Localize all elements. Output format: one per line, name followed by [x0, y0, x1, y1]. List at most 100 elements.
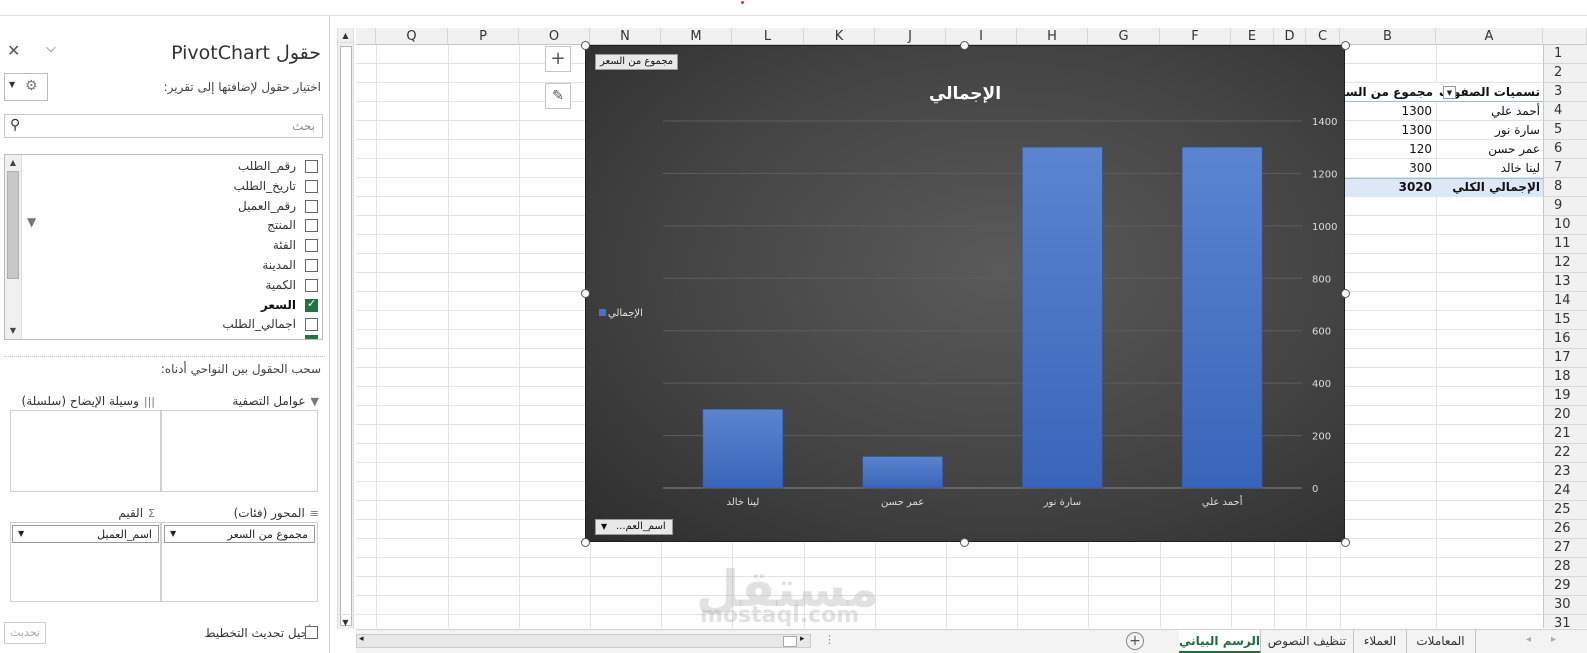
field-list-scrollbar[interactable]: ▲ ▼ — [5, 155, 22, 339]
row-header[interactable]: 22 — [1543, 444, 1587, 463]
scroll-thumb[interactable] — [783, 636, 797, 647]
field-item[interactable]: المنتج — [78, 216, 318, 236]
row-header[interactable]: 27 — [1543, 539, 1587, 558]
row-header[interactable]: 17 — [1543, 349, 1587, 368]
field-item[interactable]: الكمية — [78, 276, 318, 296]
column-header[interactable]: N — [590, 28, 661, 45]
filters-drop-area[interactable] — [161, 410, 318, 492]
row-header[interactable]: 16 — [1543, 330, 1587, 349]
column-header[interactable]: F — [1160, 28, 1231, 45]
resize-handle[interactable] — [581, 289, 590, 298]
field-item[interactable]: الفئة — [78, 236, 318, 256]
column-header[interactable]: A — [1436, 28, 1543, 45]
field-checkbox[interactable] — [305, 179, 318, 193]
field-item[interactable]: رقم_الطلب — [78, 157, 318, 177]
row-header[interactable]: 6 — [1543, 140, 1587, 159]
pivot-value[interactable]: 1300 — [1340, 121, 1436, 140]
field-item[interactable]: اجمالي_الطلب — [78, 315, 318, 335]
field-checkbox[interactable] — [305, 297, 318, 312]
row-header[interactable]: 29 — [1543, 577, 1587, 596]
add-sheet-button[interactable]: + — [1126, 632, 1144, 650]
column-header[interactable]: G — [1088, 28, 1160, 45]
update-button[interactable]: تحديث — [4, 622, 46, 644]
column-header[interactable]: B — [1340, 28, 1436, 45]
chart-bar[interactable] — [1181, 146, 1263, 489]
field-checkbox[interactable] — [305, 219, 318, 233]
resize-handle[interactable] — [1341, 41, 1350, 50]
column-header[interactable] — [356, 28, 376, 45]
row-header[interactable]: 25 — [1543, 501, 1587, 520]
pivot-value[interactable]: 300 — [1340, 159, 1436, 178]
column-header[interactable]: C — [1306, 28, 1340, 45]
row-header[interactable]: 2 — [1543, 64, 1587, 83]
select-all-corner[interactable] — [1543, 28, 1587, 45]
column-header[interactable]: O — [519, 28, 590, 45]
row-header[interactable]: 31 — [1543, 615, 1587, 628]
column-header[interactable]: M — [661, 28, 732, 45]
resize-handle[interactable] — [581, 538, 590, 547]
column-header[interactable]: K — [804, 28, 875, 45]
field-item[interactable]: تاريخ_الطلب — [78, 177, 318, 197]
field-item[interactable]: المدينة — [78, 256, 318, 276]
row-header[interactable]: 8 — [1543, 178, 1587, 197]
sheet-tab[interactable]: الرسم البياني — [1179, 630, 1261, 653]
pivot-grand-total-label[interactable]: الإجمالي الكلي — [1436, 178, 1543, 197]
column-header[interactable]: D — [1274, 28, 1306, 45]
row-header[interactable]: 1 — [1543, 45, 1587, 64]
row-header[interactable]: 14 — [1543, 292, 1587, 311]
more-icon[interactable]: ⋮ — [824, 633, 835, 646]
scroll-down-icon[interactable]: ▼ — [5, 324, 21, 338]
field-item[interactable]: السعر — [78, 296, 318, 316]
previous-sheet-icon[interactable]: ◂ — [1526, 634, 1531, 645]
row-header[interactable]: 28 — [1543, 558, 1587, 577]
field-checkbox[interactable] — [305, 278, 318, 292]
sheet-tab[interactable]: المعاملات — [1406, 630, 1476, 653]
values-field-pill[interactable]: مجموع من السعر ▼ — [164, 525, 315, 543]
scroll-right-icon[interactable]: ▸ — [800, 634, 805, 644]
column-header[interactable]: I — [946, 28, 1017, 45]
scroll-thumb[interactable] — [7, 171, 19, 279]
pivot-chart[interactable]: 0 200 400 600 800 1000 1200 1400 أحمد علي سارة نو… — [585, 45, 1345, 542]
pivot-row-label[interactable]: لينا خالد — [1436, 159, 1543, 178]
column-header[interactable]: J — [875, 28, 946, 45]
row-header[interactable]: 20 — [1543, 406, 1587, 425]
scroll-up-icon[interactable]: ▲ — [338, 28, 353, 43]
field-checkbox[interactable] — [305, 199, 318, 213]
row-header[interactable]: 26 — [1543, 520, 1587, 539]
legend-drop-area[interactable] — [10, 410, 161, 492]
field-item[interactable]: رقم_العميل — [78, 197, 318, 217]
row-header[interactable]: 12 — [1543, 254, 1587, 273]
tools-dropdown[interactable]: ⚙ ▼ — [4, 73, 48, 101]
column-header[interactable]: H — [1017, 28, 1088, 45]
row-header[interactable]: 18 — [1543, 368, 1587, 387]
pivot-row-label[interactable]: عمر حسن — [1436, 140, 1543, 159]
row-header[interactable]: 3 — [1543, 83, 1587, 102]
chevron-down-icon[interactable]: ⌵ — [46, 41, 56, 56]
row-header[interactable]: 7 — [1543, 159, 1587, 178]
row-header[interactable]: 13 — [1543, 273, 1587, 292]
chart-bar[interactable] — [862, 456, 943, 489]
row-header[interactable]: 23 — [1543, 463, 1587, 482]
resize-handle[interactable] — [960, 538, 969, 547]
pivot-grand-total-value[interactable]: 3020 — [1340, 178, 1436, 197]
row-header[interactable]: 11 — [1543, 235, 1587, 254]
chart-elements-button[interactable]: + — [545, 46, 571, 72]
sheet-vertical-scrollbar[interactable]: ▲ ▼ — [337, 28, 354, 629]
pivot-value[interactable]: 120 — [1340, 140, 1436, 159]
column-header[interactable]: L — [732, 28, 804, 45]
next-sheet-icon[interactable]: ▸ — [1551, 634, 1556, 645]
scroll-up-icon[interactable]: ▲ — [5, 156, 21, 170]
field-search-input[interactable]: بحث ⚲ — [4, 114, 323, 138]
scroll-left-icon[interactable]: ◂ — [359, 634, 364, 644]
row-header[interactable]: 10 — [1543, 216, 1587, 235]
pivot-filter-dropdown[interactable]: ▼ — [1443, 86, 1456, 99]
row-header[interactable]: 4 — [1543, 102, 1587, 121]
row-header[interactable]: 9 — [1543, 197, 1587, 216]
row-header[interactable]: 19 — [1543, 387, 1587, 406]
field-checkbox[interactable] — [305, 239, 318, 253]
row-header[interactable]: 30 — [1543, 596, 1587, 615]
row-header[interactable]: 21 — [1543, 425, 1587, 444]
horizontal-scrollbar[interactable]: ◂ ▸ — [356, 634, 811, 648]
resize-handle[interactable] — [581, 41, 590, 50]
resize-handle[interactable] — [1341, 538, 1350, 547]
